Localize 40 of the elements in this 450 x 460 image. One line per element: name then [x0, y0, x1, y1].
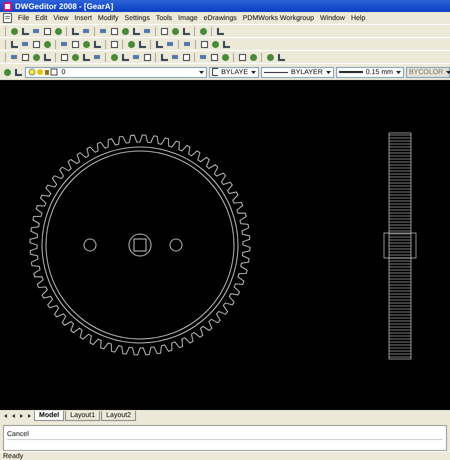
toolbar-button[interactable] — [276, 52, 286, 62]
toolbar-button[interactable] — [42, 52, 52, 62]
dropdown-arrow-icon — [250, 70, 256, 74]
toolbar-button[interactable] — [221, 39, 231, 49]
toolbar-button[interactable] — [159, 26, 169, 36]
toolbar-button[interactable] — [209, 52, 219, 62]
toolbar-button[interactable] — [14, 67, 24, 77]
dropdown-arrow-icon — [326, 70, 331, 74]
toolbar-button[interactable] — [70, 39, 80, 49]
window-title: DWGeditor 2008 - [GearA] — [15, 2, 114, 10]
toolbar-button[interactable] — [42, 26, 52, 36]
drawing-canvas[interactable] — [0, 80, 450, 410]
toolbar-button[interactable] — [59, 52, 69, 62]
toolbar-button[interactable] — [109, 39, 119, 49]
toolbar-button[interactable] — [137, 39, 147, 49]
toolbar-button[interactable] — [131, 26, 141, 36]
toolbar-button[interactable] — [109, 26, 119, 36]
toolbar-button[interactable] — [181, 26, 191, 36]
color-swatch-icon — [212, 68, 218, 76]
dropdown-arrow-icon — [396, 70, 401, 74]
toolbar-button[interactable] — [81, 52, 91, 62]
toolbar-button[interactable] — [20, 52, 30, 62]
toolbar-button[interactable] — [70, 26, 80, 36]
toolbar-button[interactable] — [154, 39, 164, 49]
app-icon — [3, 2, 12, 10]
toolbar-button[interactable] — [181, 52, 191, 62]
dropdown-arrow-icon — [446, 70, 450, 74]
toolbar-button[interactable] — [142, 52, 152, 62]
toolbar-button[interactable] — [20, 26, 30, 36]
toolbar-button[interactable] — [92, 39, 102, 49]
toolbar-button[interactable] — [31, 39, 41, 49]
toolbar-button[interactable] — [237, 52, 247, 62]
layer-state-icon — [28, 68, 58, 76]
toolbar-button[interactable] — [120, 52, 130, 62]
toolbar-button[interactable] — [9, 39, 19, 49]
dropdown-arrow-icon — [198, 70, 204, 74]
toolbar-button[interactable] — [199, 39, 209, 49]
document-icon[interactable] — [3, 13, 12, 23]
toolbar-button[interactable] — [215, 26, 225, 36]
toolbar-button[interactable] — [159, 52, 169, 62]
